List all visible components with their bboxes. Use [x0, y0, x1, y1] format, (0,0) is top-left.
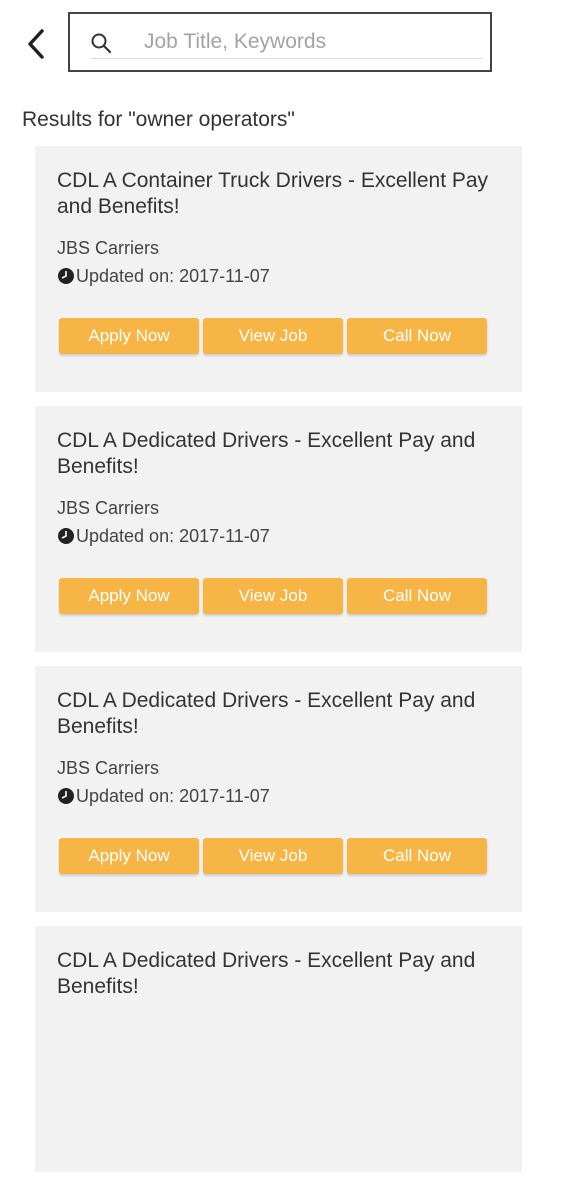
apply-now-button[interactable]: Apply Now — [59, 838, 199, 874]
job-company: JBS Carriers — [57, 758, 160, 778]
job-title: CDL A Dedicated Drivers - Excellent Pay … — [57, 689, 476, 738]
apply-now-button[interactable]: Apply Now — [59, 578, 199, 614]
job-title: CDL A Dedicated Drivers - Excellent Pay … — [57, 429, 476, 478]
apply-now-button[interactable]: Apply Now — [59, 318, 199, 354]
job-updated: Updated on: 2017-11-07 — [76, 526, 270, 546]
job-updated-row: Updated on: 2017-11-07 — [57, 525, 500, 547]
top-bar — [0, 0, 563, 90]
job-company: JBS Carriers — [57, 498, 160, 518]
clock-icon — [57, 527, 75, 545]
job-company: JBS Carriers — [57, 238, 160, 258]
job-card[interactable]: CDL A Dedicated Drivers - Excellent Pay … — [35, 666, 522, 912]
call-now-button[interactable]: Call Now — [347, 578, 487, 614]
back-button[interactable] — [20, 26, 52, 62]
call-now-button[interactable]: Call Now — [347, 838, 487, 874]
job-card[interactable]: CDL A Dedicated Drivers - Excellent Pay … — [35, 926, 522, 1172]
call-now-button[interactable]: Call Now — [347, 318, 487, 354]
clock-icon — [57, 787, 75, 805]
job-list: CDL A Container Truck Drivers - Excellen… — [35, 146, 522, 1186]
search-input[interactable] — [144, 24, 464, 60]
job-updated-row: Updated on: 2017-11-07 — [57, 785, 500, 807]
clock-icon — [57, 267, 75, 285]
job-actions: Apply Now View Job Call Now — [59, 318, 491, 354]
job-actions: Apply Now View Job Call Now — [59, 578, 491, 614]
back-arrow-icon — [28, 29, 44, 59]
job-updated-row: Updated on: 2017-11-07 — [57, 265, 500, 287]
job-title: CDL A Container Truck Drivers - Excellen… — [57, 169, 489, 218]
view-job-button[interactable]: View Job — [203, 578, 343, 614]
job-card[interactable]: CDL A Dedicated Drivers - Excellent Pay … — [35, 406, 522, 652]
job-updated: Updated on: 2017-11-07 — [76, 266, 270, 286]
search-icon — [91, 33, 112, 54]
search-underline — [90, 58, 482, 59]
job-title: CDL A Dedicated Drivers - Excellent Pay … — [57, 949, 476, 998]
job-card[interactable]: CDL A Container Truck Drivers - Excellen… — [35, 146, 522, 392]
job-updated: Updated on: 2017-11-07 — [76, 786, 270, 806]
view-job-button[interactable]: View Job — [203, 318, 343, 354]
results-heading: Results for "owner operators" — [22, 108, 295, 131]
job-actions: Apply Now View Job Call Now — [59, 838, 491, 874]
search-box[interactable] — [68, 12, 492, 72]
view-job-button[interactable]: View Job — [203, 838, 343, 874]
